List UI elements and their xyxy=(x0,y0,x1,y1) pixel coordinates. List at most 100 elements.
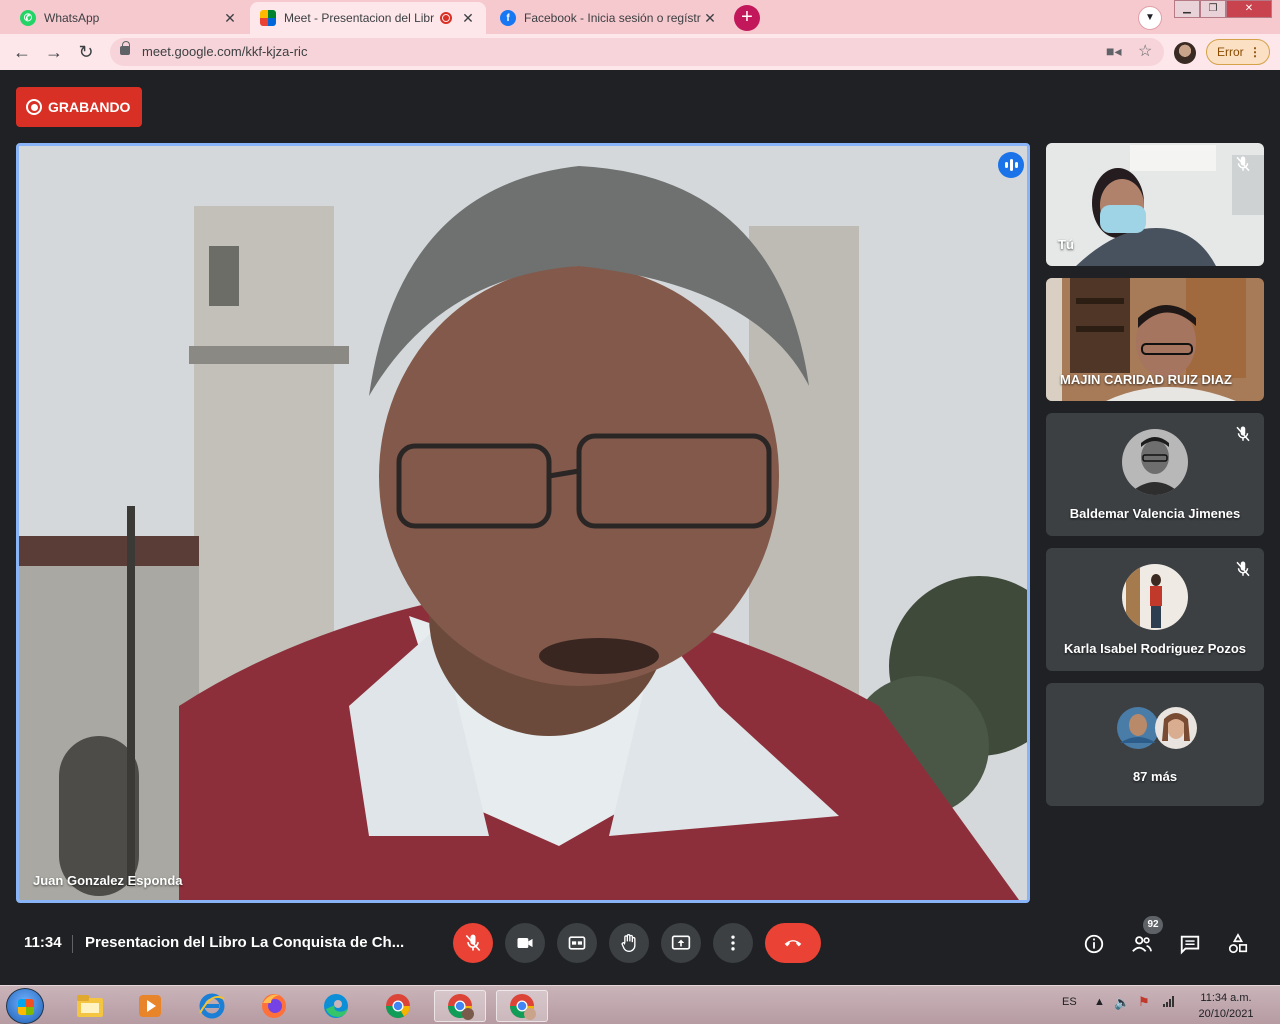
mic-off-icon xyxy=(1236,156,1250,172)
participant-avatars xyxy=(1117,707,1197,749)
participant-tile[interactable]: Karla Isabel Rodriguez Pozos xyxy=(1046,548,1264,671)
profile-avatar[interactable] xyxy=(1174,42,1196,64)
error-label: Error xyxy=(1217,45,1244,59)
sync-error-button[interactable]: Error ⋮ xyxy=(1206,39,1270,65)
meeting-time: 11:34 xyxy=(24,934,62,951)
activities-button[interactable] xyxy=(1226,932,1250,956)
language-indicator[interactable]: ES xyxy=(1062,996,1077,1008)
browser-toolbar: ← → ↻ meet.google.com/kkf-kjza-ric ■◂ ☆ … xyxy=(0,34,1280,70)
google-meet-icon xyxy=(260,10,276,26)
main-speaker-name: Juan Gonzalez Esponda xyxy=(33,873,183,888)
more-participants-label: 87 más xyxy=(1132,769,1178,784)
facebook-icon: f xyxy=(500,10,516,26)
record-icon xyxy=(26,99,42,115)
new-tab-button[interactable]: + xyxy=(734,5,760,31)
meeting-details-button[interactable] xyxy=(1082,932,1106,956)
participant-tile[interactable]: Tú xyxy=(1046,143,1264,266)
network-icon[interactable] xyxy=(1162,994,1176,1011)
tab-meet[interactable]: Meet - Presentacion del Libr ✕ xyxy=(250,2,486,34)
edge-icon[interactable] xyxy=(310,990,362,1022)
tab-facebook[interactable]: f Facebook - Inicia sesión o regístr ✕ xyxy=(490,2,728,34)
system-clock[interactable]: 11:34 a.m. 20/10/2021 xyxy=(1190,990,1262,1022)
lock-icon xyxy=(120,41,130,55)
more-vert-icon xyxy=(731,935,735,951)
shapes-icon xyxy=(1228,933,1248,954)
mic-off-icon xyxy=(1236,426,1250,442)
participant-name: Tú xyxy=(1058,237,1074,252)
media-player-icon[interactable] xyxy=(124,990,176,1022)
speaker-video-frame xyxy=(19,146,1027,900)
speaking-indicator-icon xyxy=(998,152,1024,178)
closed-captions-icon xyxy=(568,936,586,950)
captions-button[interactable] xyxy=(557,923,597,963)
hand-icon xyxy=(621,934,636,953)
chrome-window-2-icon[interactable] xyxy=(496,990,548,1022)
recording-indicator-icon xyxy=(440,12,452,24)
mic-off-icon xyxy=(465,934,481,952)
clock-date: 20/10/2021 xyxy=(1198,1008,1254,1020)
tab-title: WhatsApp xyxy=(44,11,100,25)
menu-dots-icon: ⋮ xyxy=(1249,45,1261,59)
camera-in-use-icon[interactable]: ■◂ xyxy=(1106,43,1121,60)
video-camera-icon xyxy=(517,938,533,948)
more-participants-tile[interactable]: 87 más xyxy=(1046,683,1264,806)
tab-title: Meet - Presentacion del Libr xyxy=(284,11,435,25)
chat-icon xyxy=(1180,935,1200,955)
recording-label: GRABANDO xyxy=(48,99,131,115)
people-icon xyxy=(1132,936,1152,952)
recording-badge: GRABANDO xyxy=(16,87,142,127)
windows-taskbar: ES ▲ 🔈 ⚑ 11:34 a.m. 20/10/2021 xyxy=(0,985,1280,1024)
close-tab-icon[interactable]: ✕ xyxy=(460,10,476,27)
forward-icon[interactable]: → xyxy=(42,40,66,64)
firefox-icon[interactable] xyxy=(248,990,300,1022)
participant-avatar xyxy=(1122,429,1188,495)
participant-tile[interactable]: MAJIN CARIDAD RUIZ DIAZ xyxy=(1046,278,1264,401)
show-hidden-icons-icon[interactable]: ▲ xyxy=(1094,996,1105,1008)
participants-button[interactable] xyxy=(1130,932,1154,956)
participant-tile[interactable]: Baldemar Valencia Jimenes xyxy=(1046,413,1264,536)
clock-time: 11:34 a.m. xyxy=(1200,992,1252,1004)
back-icon[interactable]: ← xyxy=(10,40,34,64)
raise-hand-button[interactable] xyxy=(609,923,649,963)
participant-avatar xyxy=(1122,564,1188,630)
close-tab-icon[interactable]: ✕ xyxy=(702,10,718,27)
participant-name: Karla Isabel Rodriguez Pozos xyxy=(1063,641,1247,656)
participant-count-badge: 92 xyxy=(1143,916,1163,934)
address-bar[interactable]: meet.google.com/kkf-kjza-ric ■◂ ☆ xyxy=(110,38,1164,66)
file-explorer-icon[interactable] xyxy=(64,990,116,1022)
tab-whatsapp[interactable]: ✆ WhatsApp ✕ xyxy=(10,2,248,34)
url-text: meet.google.com/kkf-kjza-ric xyxy=(142,44,308,59)
internet-explorer-icon[interactable] xyxy=(186,990,238,1022)
present-screen-icon xyxy=(671,935,691,950)
participant-name: Baldemar Valencia Jimenes xyxy=(1069,506,1241,521)
mic-off-icon xyxy=(1236,561,1250,577)
restore-icon[interactable]: ❐ xyxy=(1200,0,1226,18)
reload-icon[interactable]: ↻ xyxy=(74,40,98,64)
main-speaker-video[interactable]: Juan Gonzalez Esponda xyxy=(16,143,1030,903)
participant-name: MAJIN CARIDAD RUIZ DIAZ xyxy=(1060,372,1232,387)
hang-up-icon xyxy=(784,940,802,947)
meeting-title: Presentacion del Libro La Conquista de C… xyxy=(85,934,405,951)
camera-toggle-button[interactable] xyxy=(505,923,545,963)
divider xyxy=(72,935,73,953)
volume-icon[interactable]: 🔈 xyxy=(1114,995,1130,1011)
action-center-flag-icon[interactable]: ⚑ xyxy=(1138,994,1150,1010)
tab-title: Facebook - Inicia sesión o regístr xyxy=(524,11,701,25)
chrome-icon[interactable] xyxy=(372,990,424,1022)
chrome-window-1-icon[interactable] xyxy=(434,990,486,1022)
close-window-icon[interactable]: ✕ xyxy=(1226,0,1272,18)
chat-button[interactable] xyxy=(1178,932,1202,956)
whatsapp-icon: ✆ xyxy=(20,10,36,26)
bookmark-star-icon[interactable]: ☆ xyxy=(1138,41,1152,61)
present-screen-button[interactable] xyxy=(661,923,701,963)
browser-tab-strip: ✆ WhatsApp ✕ Meet - Presentacion del Lib… xyxy=(0,0,1280,34)
participant-video xyxy=(1046,143,1264,266)
more-options-button[interactable] xyxy=(713,923,753,963)
info-icon xyxy=(1084,934,1104,954)
tab-search-icon[interactable]: ▼ xyxy=(1138,6,1162,30)
leave-call-button[interactable] xyxy=(765,923,821,963)
start-button[interactable] xyxy=(6,988,44,1024)
minimize-icon[interactable]: ▁ xyxy=(1174,0,1200,18)
microphone-toggle-button[interactable] xyxy=(453,923,493,963)
close-tab-icon[interactable]: ✕ xyxy=(222,10,238,27)
